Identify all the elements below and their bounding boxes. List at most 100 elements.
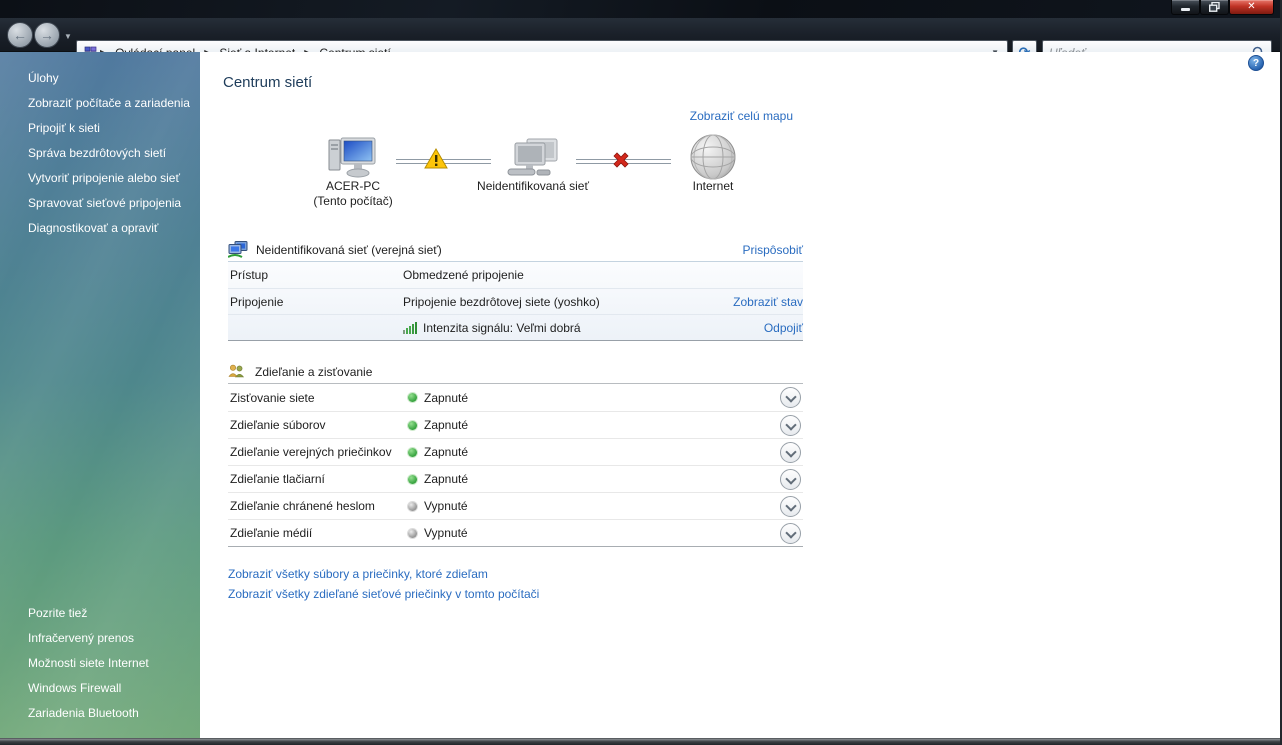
signal-row: Intenzita signálu: Veľmi dobrá Odpojiť <box>228 314 803 340</box>
restore-button[interactable] <box>1200 0 1229 15</box>
share-row-status: Zapnuté <box>424 418 468 432</box>
connection-row: Pripojenie Pripojenie bezdrôtovej siete … <box>228 288 803 314</box>
restore-icon <box>1209 2 1220 12</box>
network-details-header: Neidentifikovaná sieť (verejná sieť) Pri… <box>228 238 803 262</box>
window-bottom-frame <box>0 738 1282 745</box>
sidebar-item-manage-connections[interactable]: Spravovať sieťové pripojenia <box>28 191 192 216</box>
connection-value: Pripojenie bezdrôtovej siete (yoshko) <box>403 295 600 309</box>
share-row-password-protected[interactable]: Zdieľanie chránené heslom Vypnuté <box>228 492 803 519</box>
back-button[interactable]: ← <box>7 22 33 48</box>
sidebar: Úlohy Zobraziť počítače a zariadenia Pri… <box>0 52 200 738</box>
share-row-media-sharing[interactable]: Zdieľanie médií Vypnuté <box>228 519 803 546</box>
sidebar-item-windows-firewall[interactable]: Windows Firewall <box>28 676 192 701</box>
access-row: Prístup Obmedzené pripojenie <box>228 262 803 288</box>
sidebar-item-connect-network[interactable]: Pripojiť k sieti <box>28 116 192 141</box>
show-shared-files-link[interactable]: Zobraziť všetky súbory a priečinky, ktor… <box>228 564 539 584</box>
view-full-map-link[interactable]: Zobraziť celú mapu <box>690 109 793 123</box>
tasks-header: Úlohy <box>28 66 192 91</box>
share-row-status: Vypnuté <box>424 499 468 513</box>
sharing-title: Zdieľanie a zisťovanie <box>255 365 372 379</box>
share-row-label: Zdieľanie súborov <box>228 418 408 432</box>
status-off-icon <box>408 502 417 511</box>
close-icon: ✕ <box>1247 2 1255 12</box>
status-on-icon <box>408 393 417 402</box>
titlebar: ✕ <box>0 0 1282 18</box>
status-on-icon <box>408 421 417 430</box>
share-row-label: Zdieľanie chránené heslom <box>228 499 408 513</box>
share-row-file-sharing[interactable]: Zdieľanie súborov Zapnuté <box>228 411 803 438</box>
expand-chevron-button[interactable] <box>780 387 801 408</box>
sidebar-item-infrared[interactable]: Infračervený prenos <box>28 626 192 651</box>
sidebar-item-view-computers[interactable]: Zobraziť počítače a zariadenia <box>28 91 192 116</box>
forward-button[interactable]: → <box>34 22 60 48</box>
share-row-label: Zdieľanie médií <box>228 526 408 540</box>
share-row-label: Zdieľanie tlačiarní <box>228 472 408 486</box>
this-computer-node: ACER-PC (Tento počítač) <box>273 179 433 209</box>
sidebar-item-setup-connection[interactable]: Vytvoriť pripojenie alebo sieť <box>28 166 192 191</box>
computer-name-label: ACER-PC <box>273 179 433 194</box>
sharing-card: Zdieľanie a zisťovanie Zisťovanie siete … <box>228 360 803 547</box>
computer-sub-label: (Tento počítač) <box>273 194 433 209</box>
status-on-icon <box>408 475 417 484</box>
warning-icon <box>424 148 448 169</box>
access-value: Obmedzené pripojenie <box>403 268 524 282</box>
minimize-button[interactable] <box>1171 0 1200 15</box>
minimize-icon <box>1181 8 1190 11</box>
navigation-bar: ← → ▼ ▶ Ovládací panel ▶ Sieť a Internet… <box>0 18 1282 52</box>
expand-chevron-button[interactable] <box>780 415 801 436</box>
show-shared-network-folders-link[interactable]: Zobraziť všetky zdieľané sieťové priečin… <box>228 584 539 604</box>
share-row-status: Zapnuté <box>424 391 468 405</box>
network-name-label: Neidentifikovaná sieť <box>453 179 613 194</box>
sharing-people-icon <box>228 364 245 379</box>
footer-links: Zobraziť všetky súbory a priečinky, ktor… <box>228 564 539 604</box>
sidebar-item-internet-options[interactable]: Možnosti siete Internet <box>28 651 192 676</box>
internet-globe-icon[interactable] <box>689 133 737 181</box>
disconnect-link[interactable]: Odpojiť <box>764 321 803 335</box>
status-on-icon <box>408 448 417 457</box>
signal-value: Intenzita signálu: Veľmi dobrá <box>423 321 581 335</box>
share-row-status: Zapnuté <box>424 445 468 459</box>
window-controls: ✕ <box>1171 0 1274 15</box>
expand-chevron-button[interactable] <box>780 442 801 463</box>
page-title: Centrum sietí <box>223 74 312 91</box>
tasks-section: Úlohy Zobraziť počítače a zariadenia Pri… <box>28 66 192 241</box>
small-network-icon <box>228 241 248 258</box>
history-dropdown[interactable]: ▼ <box>64 32 72 41</box>
unidentified-network-icon[interactable] <box>506 137 560 179</box>
close-button[interactable]: ✕ <box>1229 0 1274 15</box>
share-row-status: Zapnuté <box>424 472 468 486</box>
network-details-rows: Prístup Obmedzené pripojenie Pripojenie … <box>228 262 803 341</box>
access-label: Prístup <box>228 268 403 282</box>
expand-chevron-button[interactable] <box>780 469 801 490</box>
share-row-network-discovery[interactable]: Zisťovanie siete Zapnuté <box>228 384 803 411</box>
see-also-section: Pozrite tiež Infračervený prenos Možnost… <box>28 601 192 726</box>
share-row-status: Vypnuté <box>424 526 468 540</box>
share-row-label: Zisťovanie siete <box>228 391 408 405</box>
expand-chevron-button[interactable] <box>780 523 801 544</box>
view-status-link[interactable]: Zobraziť stav <box>733 295 803 309</box>
help-button[interactable]: ? <box>1248 55 1264 71</box>
internet-node: Internet <box>633 179 793 194</box>
share-row-public-folder[interactable]: Zdieľanie verejných priečinkov Zapnuté <box>228 438 803 465</box>
signal-strength-icon <box>403 321 418 334</box>
full-map-link-wrap: Zobraziť celú mapu <box>228 109 793 123</box>
share-row-printer-sharing[interactable]: Zdieľanie tlačiarní Zapnuté <box>228 465 803 492</box>
help-icon: ? <box>1253 58 1259 69</box>
expand-chevron-button[interactable] <box>780 496 801 517</box>
customize-link[interactable]: Prispôsobiť <box>742 243 803 257</box>
network-details-title: Neidentifikovaná sieť (verejná sieť) <box>256 243 442 257</box>
connection-label: Pripojenie <box>228 295 403 309</box>
network-details-card: Neidentifikovaná sieť (verejná sieť) Pri… <box>228 238 803 341</box>
status-off-icon <box>408 529 417 538</box>
sidebar-item-bluetooth[interactable]: Zariadenia Bluetooth <box>28 701 192 726</box>
main-content: Centrum sietí ? Zobraziť celú mapu ACER-… <box>200 52 1280 738</box>
internet-label: Internet <box>633 179 793 194</box>
sidebar-item-diagnose-repair[interactable]: Diagnostikovať a opraviť <box>28 216 192 241</box>
sidebar-item-manage-wireless[interactable]: Správa bezdrôtových sietí <box>28 141 192 166</box>
this-computer-icon[interactable] <box>328 134 378 180</box>
forward-icon: → <box>40 27 54 43</box>
share-row-label: Zdieľanie verejných priečinkov <box>228 445 408 459</box>
back-icon: ← <box>13 27 27 43</box>
error-x-icon <box>610 149 632 171</box>
sharing-rows: Zisťovanie siete Zapnuté Zdieľanie súbor… <box>228 384 803 547</box>
